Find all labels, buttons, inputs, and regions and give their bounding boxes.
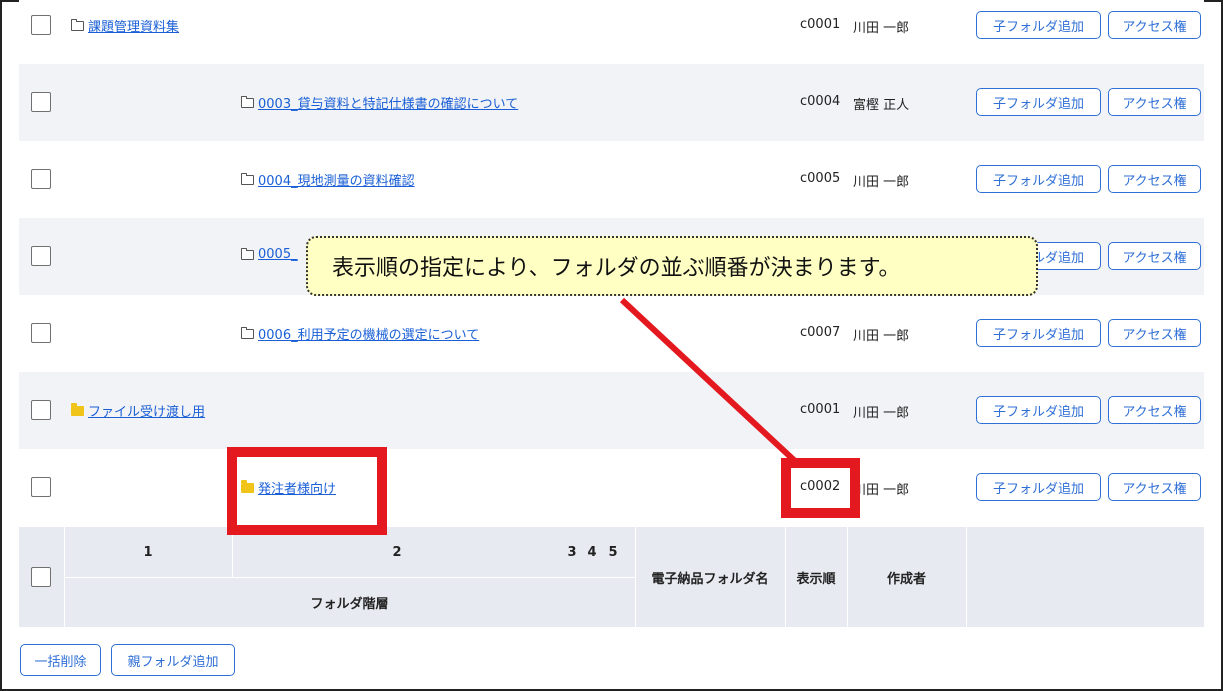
arrow-line — [619, 297, 799, 465]
callout-box: 表示順の指定により、フォルダの並ぶ順番が決まります。 — [306, 236, 1038, 296]
annotation-arrow — [619, 297, 799, 465]
callout-text: 表示順の指定により、フォルダの並ぶ順番が決まります。 — [332, 256, 901, 281]
